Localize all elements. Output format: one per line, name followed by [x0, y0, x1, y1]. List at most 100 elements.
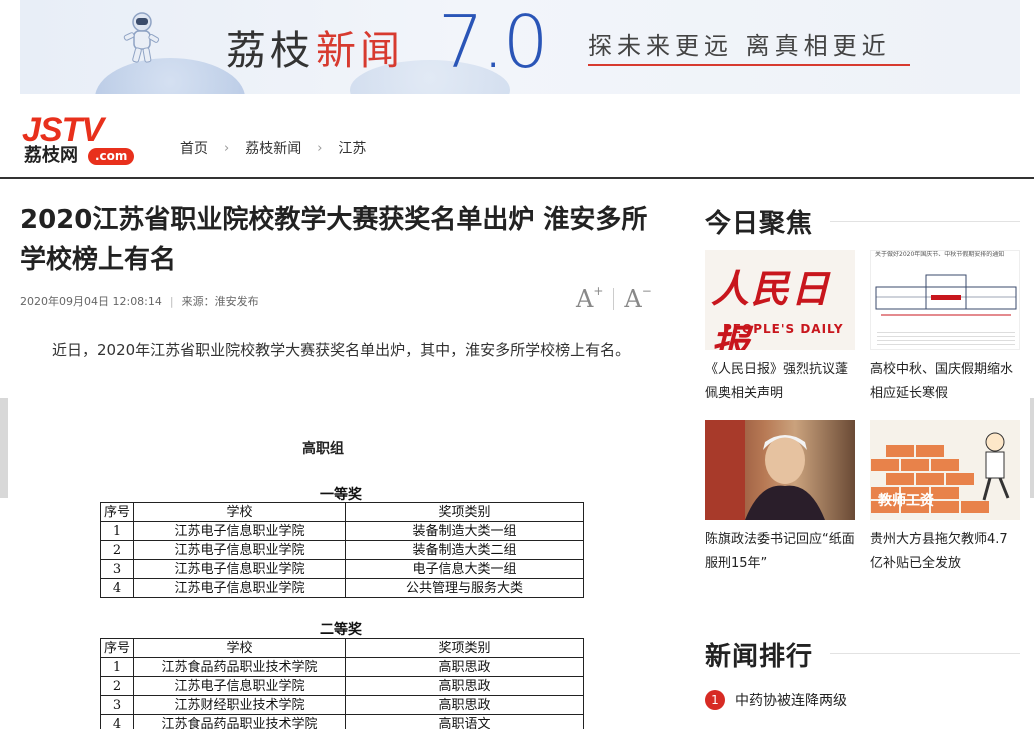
table-cell: 4: [100, 578, 134, 598]
table-cell: 3: [100, 559, 134, 579]
top-banner-ad[interactable]: 荔枝 新闻 7.0 探未来更远 离真相更近: [20, 0, 1020, 94]
ranking-heading: 新闻排行: [705, 642, 814, 672]
document-text-lines: [877, 329, 1015, 347]
table-header-cell: 学校: [133, 638, 346, 658]
banner-underline: [588, 64, 910, 66]
table-row: 4 江苏电子信息职业学院 公共管理与服务大类: [100, 578, 584, 598]
table-cell: 江苏电子信息职业学院: [133, 676, 346, 696]
table-cell: 2: [100, 540, 134, 560]
focus-card[interactable]: 教师工资 贵州大方县拖欠教师4.7亿补贴已全发放: [870, 420, 1020, 576]
table-row: 1 江苏电子信息职业学院 装备制造大类一组: [100, 521, 584, 541]
left-scroll-handle[interactable]: [0, 398, 8, 498]
banner-slogan: 探未来更远 离真相更近: [588, 32, 891, 60]
table-row: 3 江苏电子信息职业学院 电子信息大类一组: [100, 559, 584, 579]
table-cell: 3: [100, 695, 134, 715]
newspaper-subtitle: PEOPLE'S DAILY: [723, 322, 844, 336]
chevron-right-icon: ›: [224, 140, 230, 156]
scrollbar-thumb[interactable]: [1030, 398, 1034, 498]
rank-number-badge: 1: [705, 690, 725, 710]
banner-app-name-part1: 荔枝: [226, 28, 314, 74]
table-cell: 江苏电子信息职业学院: [133, 540, 346, 560]
table-row: 2 江苏电子信息职业学院 装备制造大类二组: [100, 540, 584, 560]
focus-card-thumbnail[interactable]: 人民日报 PEOPLE'S DAILY: [705, 250, 855, 350]
table-cell: 江苏电子信息职业学院: [133, 559, 346, 579]
document-heading: 关于做好2020年国庆节、中秋节假期安排的通知: [875, 251, 1005, 258]
table-header-cell: 学校: [133, 502, 346, 522]
article-datetime: 2020年09月04日 12:08:14: [20, 295, 162, 308]
meta-divider: |: [169, 294, 174, 308]
campus-building-illustration: [875, 274, 1017, 316]
focus-card[interactable]: 人民日报 PEOPLE'S DAILY 《人民日报》强烈抗议蓬佩奥相关声明: [705, 250, 855, 406]
focus-card-caption[interactable]: 贵州大方县拖欠教师4.7亿补贴已全发放: [870, 528, 1020, 576]
ranking-heading-rule: [830, 653, 1020, 654]
focus-card-thumbnail[interactable]: 教师工资: [870, 420, 1020, 520]
table-cell: 装备制造大类一组: [345, 521, 584, 541]
newspaper-masthead: 人民日报: [711, 266, 832, 350]
focus-card-caption[interactable]: 高校中秋、国庆假期缩水 相应延长寒假: [870, 358, 1020, 406]
table-cell: 1: [100, 521, 134, 541]
article-title: 2020江苏省职业院校教学大赛获奖名单出炉 淮安多所学校榜上有名: [20, 205, 648, 275]
breadcrumb-home[interactable]: 首页: [180, 138, 208, 158]
table-header-cell: 奖项类别: [345, 502, 584, 522]
logo-site-name: 荔枝网: [24, 145, 78, 166]
focus-card-caption[interactable]: 陈旗政法委书记回应“纸面服刑15年”: [705, 528, 855, 576]
group-title: 高职组: [302, 441, 344, 457]
table-cell: 2: [100, 676, 134, 696]
ranking-item[interactable]: 1 中药协被连降两级: [705, 690, 847, 710]
font-size-controls: A+ A−: [576, 284, 652, 313]
table-cell: 高职思政: [345, 657, 584, 677]
chevron-right-icon: ›: [317, 140, 323, 156]
table-row: 4 江苏食品药品职业技术学院 高职语文: [100, 714, 584, 729]
article-meta: 2020年09月04日 12:08:14 | 来源：淮安发布: [20, 293, 259, 309]
table-header-row: 序号 学校 奖项类别: [100, 638, 584, 658]
table-cell: 江苏财经职业技术学院: [133, 695, 346, 715]
portrait-photo: [705, 420, 825, 520]
second-prize-title: 二等奖: [320, 622, 362, 638]
logo-brand: JSTV: [22, 111, 104, 149]
article-source: 来源：淮安发布: [181, 295, 259, 308]
focus-card-thumbnail[interactable]: 关于做好2020年国庆节、中秋节假期安排的通知: [870, 250, 1020, 350]
astronaut-icon: [123, 12, 160, 63]
focus-card[interactable]: 关于做好2020年国庆节、中秋节假期安排的通知 高校中秋、国庆假期缩水 相应延长…: [870, 250, 1020, 406]
focus-card-caption[interactable]: 《人民日报》强烈抗议蓬佩奥相关声明: [705, 358, 855, 406]
teacher-salary-label: 教师工资: [878, 493, 934, 509]
table-cell: 江苏食品药品职业技术学院: [133, 714, 346, 729]
focus-heading-rule: [830, 221, 1020, 222]
table-cell: 江苏电子信息职业学院: [133, 521, 346, 541]
table-header-cell: 奖项类别: [345, 638, 584, 658]
font-control-divider: [613, 287, 615, 310]
header-divider: [0, 177, 1034, 179]
breadcrumb: 首页 › 荔枝新闻 › 江苏: [180, 138, 366, 158]
font-increase-button[interactable]: A+: [576, 284, 603, 313]
table-row: 3 江苏财经职业技术学院 高职思政: [100, 695, 584, 715]
table-cell: 电子信息大类一组: [345, 559, 584, 579]
focus-heading: 今日聚焦: [705, 209, 814, 239]
table-header-row: 序号 学校 奖项类别: [100, 502, 584, 522]
breadcrumb-lizhi-news[interactable]: 荔枝新闻: [245, 138, 301, 158]
font-decrease-button[interactable]: A−: [624, 284, 651, 313]
table-cell: 公共管理与服务大类: [345, 578, 584, 598]
article-lead-paragraph: 近日，2020年江苏省职业院校教学大赛获奖名单出炉，其中，淮安多所学校榜上有名。: [52, 341, 631, 359]
logo-domain-badge: .com: [88, 148, 135, 165]
table-cell: 江苏食品药品职业技术学院: [133, 657, 346, 677]
table-cell: 4: [100, 714, 134, 729]
table-cell: 装备制造大类二组: [345, 540, 584, 560]
table-cell: 高职思政: [345, 695, 584, 715]
table-row: 1 江苏食品药品职业技术学院 高职思政: [100, 657, 584, 677]
table-cell: 1: [100, 657, 134, 677]
banner-version: 7.0: [438, 0, 549, 84]
first-prize-table: 序号 学校 奖项类别 1 江苏电子信息职业学院 装备制造大类一组 2 江苏电子信息职业学院 装备…: [100, 502, 584, 598]
focus-card[interactable]: 陈旗政法委书记回应“纸面服刑15年”: [705, 420, 855, 576]
table-row: 2 江苏电子信息职业学院 高职思政: [100, 676, 584, 696]
table-header-cell: 序号: [100, 502, 134, 522]
banner-app-name-part2: 新闻: [316, 28, 404, 74]
table-cell: 江苏电子信息职业学院: [133, 578, 346, 598]
table-cell: 高职思政: [345, 676, 584, 696]
second-prize-table: 序号 学校 奖项类别 1 江苏食品药品职业技术学院 高职思政 2 江苏电子信息职业学院 高职思政…: [100, 638, 584, 729]
ranking-item-title[interactable]: 中药协被连降两级: [735, 690, 847, 710]
breadcrumb-jiangsu[interactable]: 江苏: [338, 138, 366, 158]
table-cell: 高职语文: [345, 714, 584, 729]
site-logo[interactable]: JSTV 荔枝网 .com: [22, 113, 154, 168]
focus-card-thumbnail[interactable]: [705, 420, 855, 520]
first-prize-title: 一等奖: [320, 487, 362, 503]
